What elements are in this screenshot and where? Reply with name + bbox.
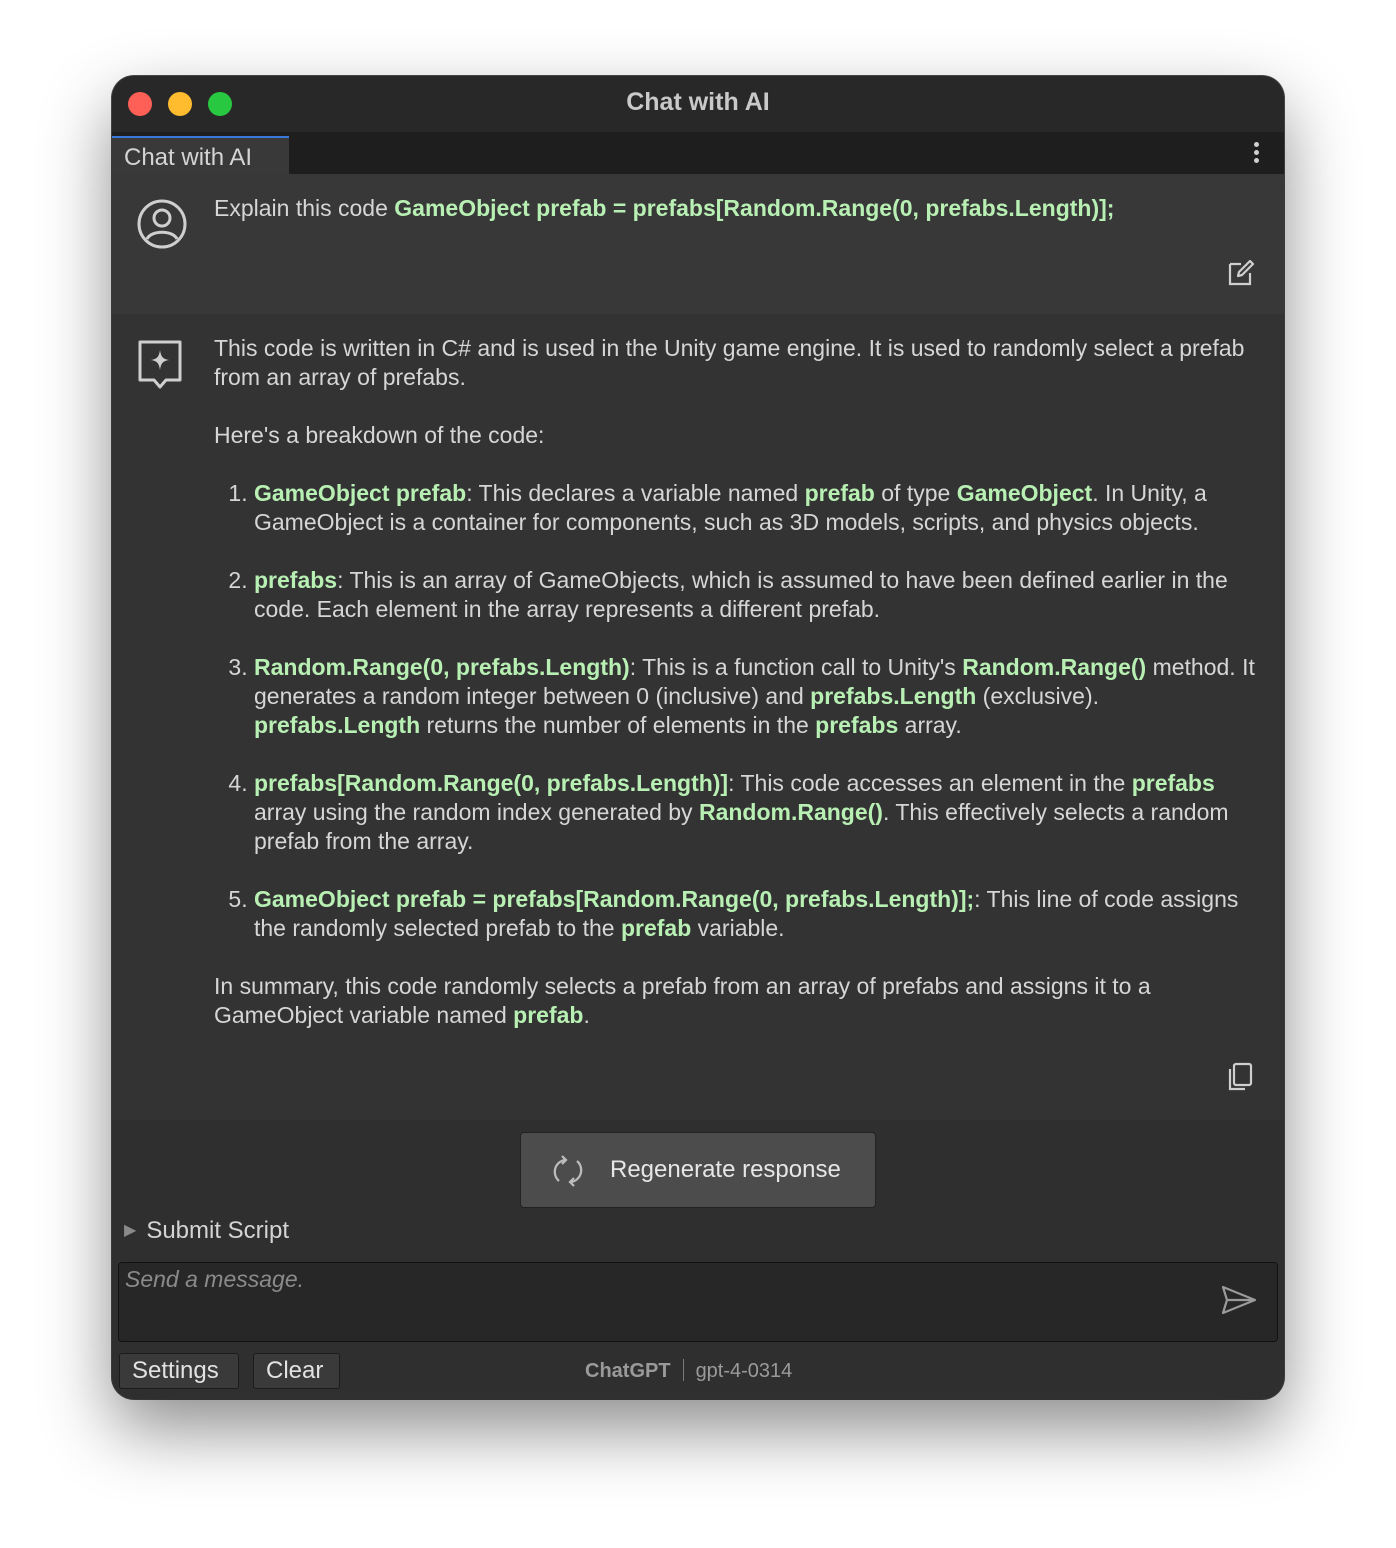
assistant-message: This code is written in C# and is used i… xyxy=(112,314,1284,1120)
expand-triangle-icon: ▶ xyxy=(124,1222,137,1239)
summary-end: . xyxy=(583,1002,590,1028)
user-message-prefix: Explain this code xyxy=(214,195,395,221)
send-icon[interactable] xyxy=(1221,1285,1257,1315)
more-options-icon[interactable] xyxy=(1254,142,1260,166)
code-span: prefabs[Random.Range(0, prefabs.Length)] xyxy=(254,770,729,796)
user-message-code: GameObject prefab = prefabs[Random.Range… xyxy=(394,195,1115,221)
text-span: : This declares a variable named xyxy=(466,480,805,506)
breakdown-list: GameObject prefab: This declares a varia… xyxy=(214,479,1260,943)
tab-chat-with-ai[interactable]: Chat with AI xyxy=(112,136,289,174)
assistant-message-text: This code is written in C# and is used i… xyxy=(214,334,1260,1059)
edit-icon[interactable] xyxy=(1226,258,1256,288)
code-span: prefabs xyxy=(1131,770,1215,796)
settings-button[interactable]: Settings xyxy=(119,1353,239,1389)
code-span: GameObject prefab = prefabs[Random.Range… xyxy=(254,886,975,912)
code-span: prefabs xyxy=(815,712,899,738)
breakdown-item: Random.Range(0, prefabs.Length): This is… xyxy=(254,653,1260,740)
code-span: Random.Range() xyxy=(962,654,1147,680)
code-span: prefabs xyxy=(254,567,338,593)
model-label: gpt-4-0314 xyxy=(695,1360,793,1382)
text-span: : This is a function call to Unity's xyxy=(629,654,963,680)
status-divider xyxy=(682,1359,684,1381)
code-span: GameObject prefab xyxy=(254,480,467,506)
breakdown-heading: Here's a breakdown of the code: xyxy=(214,422,545,448)
regenerate-label: Regenerate response xyxy=(610,1156,841,1183)
summary-code: prefab xyxy=(513,1002,584,1028)
code-span: prefabs.Length xyxy=(810,683,977,709)
summary-text: In summary, this code randomly selects a… xyxy=(214,973,1151,1028)
text-span: : This is an array of GameObjects, which… xyxy=(254,567,1228,622)
text-span: array using the random index generated b… xyxy=(254,799,699,825)
message-placeholder: Send a message. xyxy=(125,1266,305,1292)
user-message: Explain this code GameObject prefab = pr… xyxy=(112,174,1284,314)
code-span: prefabs.Length xyxy=(254,712,421,738)
code-span: prefab xyxy=(620,915,692,941)
assistant-summary: In summary, this code randomly selects a… xyxy=(214,972,1260,1030)
submit-script-label: Submit Script xyxy=(146,1217,290,1244)
assistant-intro: This code is written in C# and is used i… xyxy=(214,335,1245,390)
submit-script-foldout[interactable]: ▶ Submit Script xyxy=(124,1217,289,1245)
code-span: prefab xyxy=(804,480,875,506)
title-bar: Chat with AI xyxy=(112,76,1284,132)
tab-bar: Chat with AI xyxy=(112,132,1284,174)
breakdown-item: prefabs[Random.Range(0, prefabs.Length)]… xyxy=(254,769,1260,856)
provider-label: ChatGPT xyxy=(585,1360,671,1382)
text-span: returns the number of elements in the xyxy=(420,712,816,738)
regenerate-response-button[interactable]: Regenerate response xyxy=(520,1132,876,1208)
code-span: Random.Range(0, prefabs.Length) xyxy=(254,654,630,680)
text-span: : This code accesses an element in the xyxy=(728,770,1132,796)
breakdown-item: prefabs: This is an array of GameObjects… xyxy=(254,566,1260,624)
text-span: variable. xyxy=(691,915,785,941)
clear-button[interactable]: Clear xyxy=(253,1353,340,1389)
message-input[interactable]: Send a message. xyxy=(118,1262,1278,1342)
chat-window: Chat with AI Chat with AI Explain this c… xyxy=(112,76,1284,1399)
breakdown-item: GameObject prefab = prefabs[Random.Range… xyxy=(254,885,1260,943)
breakdown-item: GameObject prefab: This declares a varia… xyxy=(254,479,1260,537)
text-span: of type xyxy=(874,480,957,506)
assistant-sparkle-icon xyxy=(138,340,182,389)
user-message-text: Explain this code GameObject prefab = pr… xyxy=(214,194,1260,223)
refresh-icon xyxy=(553,1155,583,1187)
model-status: ChatGPT gpt-4-0314 xyxy=(585,1359,792,1383)
text-span: (exclusive). xyxy=(976,683,1099,709)
window-title: Chat with AI xyxy=(626,88,770,116)
code-span: Random.Range() xyxy=(698,799,883,825)
code-span: GameObject xyxy=(956,480,1093,506)
text-span: array. xyxy=(898,712,962,738)
user-avatar-icon xyxy=(137,199,187,249)
copy-icon[interactable] xyxy=(1226,1062,1254,1092)
